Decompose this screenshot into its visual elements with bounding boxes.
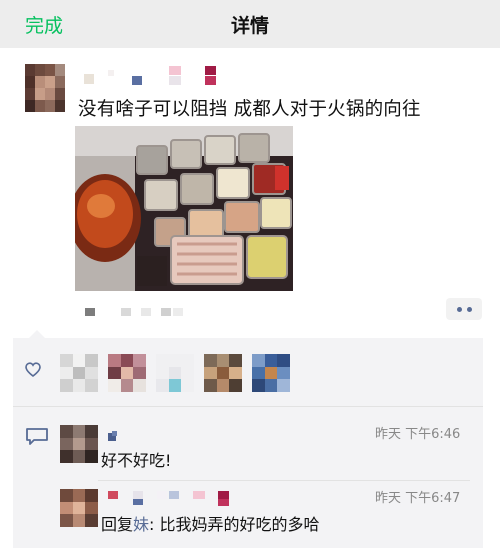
like-avatar[interactable] <box>108 354 146 392</box>
like-avatar[interactable] <box>156 354 194 392</box>
comment-author[interactable] <box>108 489 248 507</box>
heart-icon <box>25 362 41 378</box>
reply-text: : 比我妈弄的好吃的多哈 <box>149 515 320 534</box>
comment-text[interactable]: 回复妹: 比我妈弄的好吃的多哈 <box>101 511 320 535</box>
like-avatar[interactable] <box>60 354 98 392</box>
reply-word: 回复 <box>101 515 134 534</box>
page-title: 详情 <box>230 15 269 37</box>
comment-avatar[interactable] <box>60 425 98 463</box>
like-avatar[interactable] <box>204 354 242 392</box>
dot <box>466 306 472 312</box>
reply-target[interactable]: 妹 <box>133 515 149 534</box>
comment-author[interactable] <box>108 428 128 441</box>
comment-time: 昨天 下午6:47 <box>375 491 461 506</box>
comment-time: 昨天 下午6:46 <box>375 427 461 442</box>
comment-avatar[interactable] <box>60 489 98 527</box>
poster-avatar[interactable] <box>25 64 65 112</box>
comment-text[interactable]: 好不好吃! <box>101 447 171 471</box>
post-text: 没有啥子可以阻挡 成都人对于火锅的向往 <box>78 99 421 120</box>
likes-panel <box>13 330 483 406</box>
divider <box>98 480 470 481</box>
like-avatar[interactable] <box>252 354 290 392</box>
dot <box>456 306 462 312</box>
poster-nickname[interactable] <box>84 64 224 86</box>
more-dots-icon[interactable] <box>446 298 482 320</box>
post-photo[interactable] <box>75 126 293 291</box>
comment-icon <box>25 427 49 445</box>
post-meta-mosaic <box>85 304 185 318</box>
navbar: 完成 详情 <box>0 0 500 48</box>
